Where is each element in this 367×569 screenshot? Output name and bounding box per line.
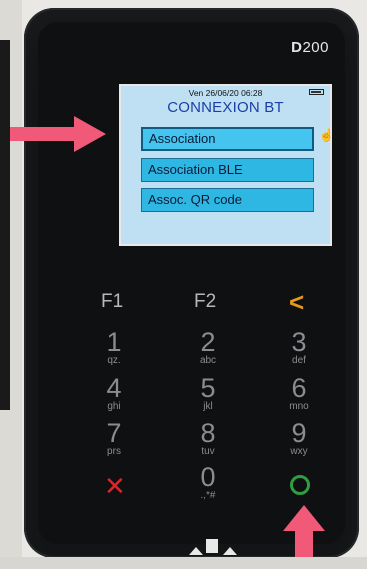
- status-datetime: Ven 26/06/20 06:28: [188, 88, 263, 98]
- screen-title: CONNEXION BT: [167, 99, 284, 116]
- cancel-x-icon[interactable]: ✕: [104, 471, 126, 502]
- menu-item-association[interactable]: Association: [141, 127, 314, 151]
- key-3[interactable]: 3 def: [287, 329, 311, 366]
- background-floor: [0, 557, 367, 569]
- key-4[interactable]: 4 ghi: [102, 375, 126, 412]
- f2-key[interactable]: F2: [194, 291, 216, 313]
- key-7[interactable]: 7 prs: [102, 420, 126, 457]
- slot-triangle-right: [223, 547, 237, 555]
- menu-item-assoc-qr-code[interactable]: Assoc. QR code: [141, 188, 314, 212]
- slot-card-icon: [206, 539, 218, 553]
- card-slot-mark: [185, 539, 240, 557]
- f1-key[interactable]: F1: [101, 291, 123, 313]
- pointer-arrow-right: [10, 116, 106, 152]
- terminal-screen: Ven 26/06/20 06:28 CONNEXION BT Associat…: [119, 84, 334, 246]
- key-2[interactable]: 2 abc: [196, 329, 220, 366]
- slot-triangle-left: [189, 547, 203, 555]
- key-0[interactable]: 0 .,*#: [196, 464, 220, 501]
- key-9[interactable]: 9 wxy: [287, 420, 311, 457]
- chevron-left-icon[interactable]: <: [289, 287, 304, 318]
- key-5[interactable]: 5 jkl: [196, 375, 220, 412]
- hand-pointer-icon: ☝: [319, 128, 334, 142]
- menu-item-association-ble[interactable]: Association BLE: [141, 158, 314, 182]
- key-6[interactable]: 6 mno: [284, 375, 314, 412]
- key-8[interactable]: 8 tuv: [196, 420, 220, 457]
- ok-circle-icon[interactable]: [290, 475, 310, 495]
- background-shadow: [0, 40, 10, 410]
- model-label: D200: [291, 39, 329, 56]
- payment-terminal: D200 Ven 26/06/20 06:28 CONNEXION BT Ass…: [24, 8, 359, 558]
- key-1[interactable]: 1 qz.: [102, 329, 126, 366]
- battery-icon: [309, 89, 324, 95]
